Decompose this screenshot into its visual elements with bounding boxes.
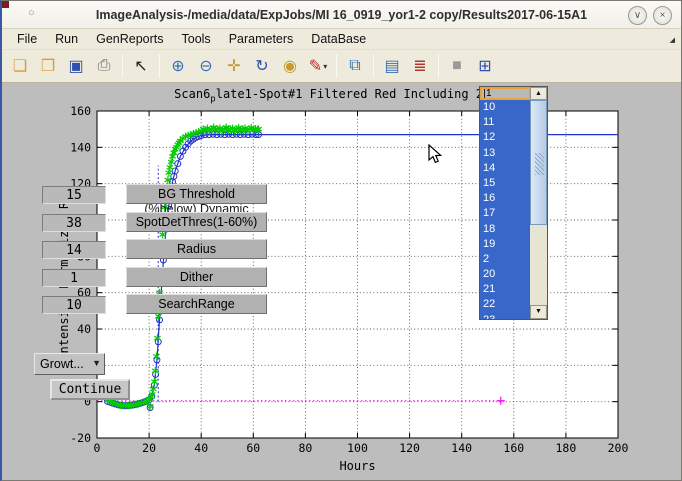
dropdown-item-19[interactable]: 19 [480,237,531,252]
figure-area: 020406080100120140160180200-200204060801… [2,83,681,480]
svg-text:0: 0 [94,441,101,455]
param-input-3[interactable]: 14 [42,241,106,259]
toolbar-separator [159,54,160,78]
param-button-3[interactable]: Radius [126,239,267,259]
param-button-2[interactable]: SpotDetThres(1-60%) [126,212,267,232]
pan-hand-icon[interactable]: ✛ [221,53,247,79]
svg-text:180: 180 [556,441,577,455]
svg-text:140: 140 [451,441,472,455]
gray-square-icon[interactable]: ■ [444,53,470,79]
param-button-1[interactable]: BG Threshold [126,184,267,204]
colorbar-icon[interactable]: ▤ [379,53,405,79]
menubar: ◢ FileRunGenReportsToolsParametersDataBa… [2,29,681,50]
menu-overflow-icon[interactable]: ◢ [670,36,675,44]
legend-icon[interactable]: ≣ [407,53,433,79]
dropdown-item-2[interactable]: 2 [480,252,531,267]
chevron-down-icon: ▼ [92,358,101,368]
param-button-4[interactable]: Dither [126,267,267,287]
scroll-up-button[interactable]: ▲ [530,87,547,100]
menu-item-run[interactable]: Run [46,30,87,48]
svg-text:120: 120 [399,441,420,455]
dropdown-item-18[interactable]: 18 [480,222,531,237]
svg-text:100: 100 [347,441,368,455]
param-input-1[interactable]: 15 [42,186,106,204]
spot-number-value: 1 [486,88,492,99]
plot-tools-icon[interactable]: ⊞ [472,53,498,79]
new-file-icon[interactable]: ❏ [7,53,33,79]
menu-item-parameters[interactable]: Parameters [220,30,303,48]
svg-text:-20: -20 [70,431,91,445]
window-corner-decoration [2,1,9,8]
close-icon: × [660,10,666,21]
menu-item-genreports[interactable]: GenReports [87,30,172,48]
param-input-2[interactable]: 38 [42,214,106,232]
dropdown-item-16[interactable]: 16 [480,191,531,206]
dropdown-item-15[interactable]: 15 [480,176,531,191]
svg-text:60: 60 [246,441,260,455]
zoom-out-icon[interactable]: ⊖ [193,53,219,79]
menu-item-tools[interactable]: Tools [173,30,220,48]
dropdown-item-21[interactable]: 21 [480,282,531,297]
arrow-cursor-icon[interactable]: ↖ [128,53,154,79]
dropdown-list: 10111213141516171819220212223 [480,100,531,319]
dropdown-item-14[interactable]: 14 [480,161,531,176]
dropdown-item-20[interactable]: 20 [480,267,531,282]
mouse-cursor [428,144,442,165]
minimize-icon: ∨ [634,10,641,21]
svg-text:160: 160 [70,104,91,118]
dropdown-item-13[interactable]: 13 [480,146,531,161]
chevron-down-icon[interactable]: ▾ [323,62,327,71]
dropdown-item-11[interactable]: 11 [480,115,531,130]
save-icon[interactable]: ▣ [63,53,89,79]
toolbar-separator [373,54,374,78]
continue-button[interactable]: Continue [50,379,130,400]
open-folder-icon[interactable]: ❒ [35,53,61,79]
close-button[interactable]: × [653,6,672,25]
dropdown-item-12[interactable]: 12 [480,130,531,145]
scroll-down-button[interactable]: ▼ [530,305,547,319]
toolbar: ❏❒▣⎙ ↖ ⊕⊖✛↻◉✎▾ ⧉ ▤≣ ■⊞ [2,50,681,83]
toolbar-separator [438,54,439,78]
titlebar[interactable]: ○ ImageAnalysis-/media/data/ExpJobs/MI 1… [2,1,681,29]
window-menu-icon[interactable]: ○ [28,8,35,19]
toolbar-separator [122,54,123,78]
window-title: ImageAnalysis-/media/data/ExpJobs/MI 16_… [2,8,681,22]
growth-type-select[interactable]: Growt... ▼ [34,353,105,375]
print-icon[interactable]: ⎙ [91,53,117,79]
svg-text:160: 160 [503,441,524,455]
dropdown-item-17[interactable]: 17 [480,206,531,221]
scrollbar-thumb[interactable] [530,100,547,225]
spot-number-dropdown: 1 10111213141516171819220212223 ▲ ▼ [479,86,548,320]
svg-text:40: 40 [194,441,208,455]
text-caret [484,89,485,98]
param-input-4[interactable]: 1 [42,269,106,287]
svg-text:20: 20 [142,441,156,455]
menu-item-file[interactable]: File [8,30,46,48]
rotate-3d-icon[interactable]: ↻ [249,53,275,79]
svg-text:80: 80 [298,441,312,455]
spot-number-input[interactable]: 1 [480,87,531,100]
dropdown-item-10[interactable]: 10 [480,100,531,115]
link-plots-icon[interactable]: ⧉ [342,53,368,79]
minimize-button[interactable]: ∨ [628,6,647,25]
brush-icon[interactable]: ✎▾ [305,53,331,79]
param-button-5[interactable]: SearchRange [126,294,267,314]
svg-text:140: 140 [70,140,91,154]
growth-type-label: Growt... [40,357,84,371]
zoom-in-icon[interactable]: ⊕ [165,53,191,79]
menu-item-database[interactable]: DataBase [302,30,375,48]
param-input-5[interactable]: 10 [42,296,106,314]
dropdown-scrollbar[interactable]: ▲ ▼ [530,87,547,319]
scrollbar-grip [535,153,544,175]
dropdown-item-22[interactable]: 22 [480,297,531,312]
dropdown-item-23[interactable]: 23 [480,313,531,319]
svg-text:Hours: Hours [339,459,375,473]
toolbar-separator [336,54,337,78]
svg-text:200: 200 [608,441,629,455]
datatip-icon[interactable]: ◉ [277,53,303,79]
app-window: ○ ImageAnalysis-/media/data/ExpJobs/MI 1… [0,0,682,481]
svg-text:40: 40 [77,322,91,336]
